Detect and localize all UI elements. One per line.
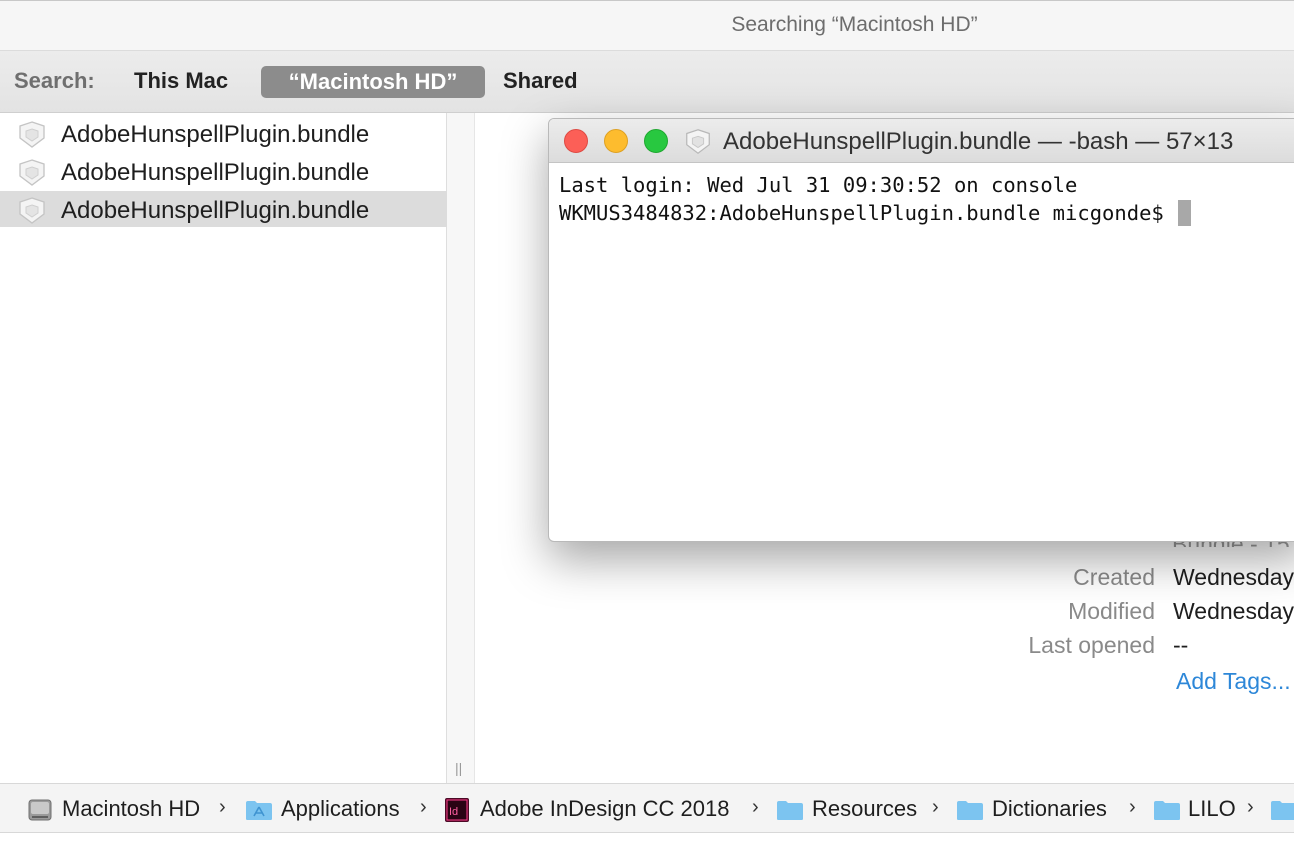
path-separator-icon: ›: [420, 796, 427, 818]
terminal-window[interactable]: AdobeHunspellPlugin.bundle — -bash — 57×…: [548, 118, 1294, 542]
text-cursor: [1178, 200, 1192, 226]
path-separator-icon: ›: [1129, 796, 1136, 818]
zoom-button[interactable]: [644, 129, 668, 153]
resize-grip-icon[interactable]: ||: [455, 760, 462, 776]
path-separator-icon: ›: [932, 796, 939, 818]
folder-icon: [1154, 801, 1180, 820]
path-item-lilo[interactable]: LILO: [1188, 796, 1236, 822]
terminal-prompt-line: WKMUS3484832:AdobeHunspellPlugin.bundle …: [559, 199, 1192, 227]
result-row[interactable]: AdobeHunspellPlugin.bundle: [0, 115, 447, 151]
bundle-icon: [19, 159, 45, 186]
finder-titlebar[interactable]: Searching “Macintosh HD”: [0, 1, 1294, 51]
path-bar: Macintosh HD › Applications › Id Adobe I…: [0, 783, 1294, 833]
close-button[interactable]: [564, 129, 588, 153]
bundle-icon: [19, 197, 45, 224]
modified-label: Modified: [1068, 598, 1155, 624]
window-title: Searching “Macintosh HD”: [731, 13, 978, 36]
scope-this-mac-button[interactable]: This Mac: [134, 68, 228, 94]
search-results-list: AdobeHunspellPlugin.bundle AdobeHunspell…: [0, 113, 447, 783]
result-name: AdobeHunspellPlugin.bundle: [61, 197, 370, 224]
last-opened-label: Last opened: [1028, 632, 1155, 658]
applications-folder-icon: [246, 801, 272, 820]
scope-macintosh-hd-button[interactable]: “Macintosh HD”: [261, 66, 485, 98]
modified-value: Wednesday: [1173, 598, 1294, 624]
terminal-line: Last login: Wed Jul 31 09:30:52 on conso…: [559, 173, 1078, 197]
terminal-title: AdobeHunspellPlugin.bundle — -bash — 57×…: [723, 128, 1234, 155]
terminal-output[interactable]: Last login: Wed Jul 31 09:30:52 on conso…: [559, 171, 1192, 227]
column-resize-divider[interactable]: ||: [447, 113, 475, 783]
folder-icon: [1271, 801, 1294, 820]
created-value: Wednesday: [1173, 564, 1294, 590]
add-tags-link[interactable]: Add Tags...: [1176, 668, 1291, 695]
svg-text:Id: Id: [449, 806, 458, 818]
terminal-titlebar[interactable]: AdobeHunspellPlugin.bundle — -bash — 57×…: [549, 119, 1294, 163]
result-name: AdobeHunspellPlugin.bundle: [61, 159, 370, 186]
path-separator-icon: ›: [752, 796, 759, 818]
search-label: Search:: [14, 68, 95, 93]
search-scope-bar: Search: This Mac “Macintosh HD” Shared: [0, 51, 1294, 113]
folder-icon: [957, 801, 983, 820]
terminal-prompt: WKMUS3484832:AdobeHunspellPlugin.bundle …: [559, 201, 1177, 225]
path-item-applications[interactable]: Applications: [281, 796, 400, 822]
created-label: Created: [1073, 564, 1155, 590]
path-separator-icon: ›: [219, 796, 226, 818]
scope-shared-button[interactable]: Shared: [503, 68, 578, 94]
indesign-icon: Id: [445, 798, 469, 822]
path-item-dictionaries[interactable]: Dictionaries: [992, 796, 1107, 822]
minimize-button[interactable]: [604, 129, 628, 153]
path-separator-icon: ›: [1247, 796, 1254, 818]
result-row[interactable]: AdobeHunspellPlugin.bundle: [0, 153, 447, 189]
path-item-macintosh-hd[interactable]: Macintosh HD: [62, 796, 200, 822]
result-name: AdobeHunspellPlugin.bundle: [61, 121, 370, 148]
result-row-selected[interactable]: AdobeHunspellPlugin.bundle: [0, 191, 447, 227]
bundle-icon: [19, 121, 45, 148]
folder-icon: [777, 801, 803, 820]
hard-drive-icon: [28, 799, 52, 821]
bundle-icon: [686, 129, 710, 154]
last-opened-value: --: [1173, 632, 1189, 658]
path-item-adobe-indesign[interactable]: Adobe InDesign CC 2018: [480, 796, 730, 822]
path-item-resources[interactable]: Resources: [812, 796, 917, 822]
